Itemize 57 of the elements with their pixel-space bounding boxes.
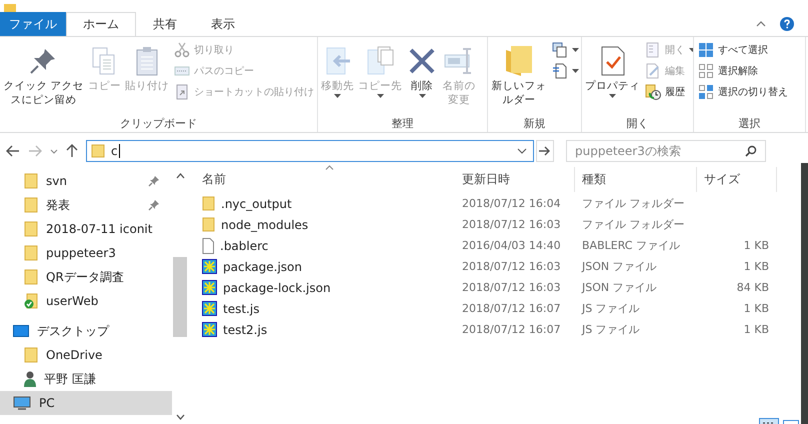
size-cell-text: 1 KB [742, 323, 770, 336]
file-name-cell[interactable]: .bablerc [195, 238, 455, 254]
column-header[interactable]: 種類 [575, 166, 697, 192]
date-cell-text: 2018/07/12 16:03 [461, 218, 562, 231]
nav-item[interactable]: userWeb [0, 289, 172, 313]
date-cell-text: 2016/04/03 14:40 [461, 239, 562, 252]
nav-item[interactable]: 発表 [0, 193, 172, 217]
ribbon-tab[interactable]: ホーム [66, 12, 136, 36]
search-field[interactable]: puppeteer3の検索 [566, 140, 766, 162]
nav-item[interactable]: OneDrive [0, 343, 172, 367]
column-header[interactable]: 更新日時 [455, 166, 575, 192]
nav-item[interactable]: svn [0, 169, 172, 193]
address-field[interactable]: c [86, 140, 534, 162]
date-cell-text: 2018/07/12 16:03 [461, 281, 562, 294]
date-cell-text: 2018/07/12 16:07 [461, 323, 562, 336]
ribbon-button[interactable]: すべて選択 [696, 41, 790, 59]
type-cell-text: JS ファイル [580, 322, 641, 337]
group-label: クリップボード [119, 116, 198, 132]
size-cell-text: 1 KB [742, 260, 770, 273]
nav-item[interactable]: puppeteer3 [0, 241, 172, 265]
nav-item[interactable]: PC [0, 391, 172, 415]
file-name-cell[interactable]: test2.js [195, 322, 455, 337]
type-cell-text: JS ファイル [580, 301, 641, 316]
ribbon-button[interactable]: クイック アクセスにピン留め [2, 41, 85, 109]
file-name-cell[interactable]: node_modules [195, 217, 455, 232]
nav-item[interactable]: 平野 匡謙 [0, 367, 172, 391]
type-cell-text: BABLERC ファイル [581, 238, 681, 253]
size-cell-text: 1 KB [742, 239, 770, 252]
date-cell-text: 2018/07/12 16:03 [461, 260, 562, 273]
nav-item[interactable]: QRデータ調査 [0, 265, 172, 289]
ribbon-button[interactable]: 選択の切り替え [696, 83, 790, 101]
column-header[interactable]: 名前 [195, 166, 455, 192]
size-cell-text: 84 KB [736, 281, 770, 294]
ribbon-tab[interactable]: ファイル [0, 12, 66, 36]
group-label: 開く [626, 116, 650, 132]
group-label: 選択 [738, 116, 762, 132]
ribbon-button[interactable]: 新しいフォルダー [490, 41, 548, 109]
file-name-cell[interactable]: test.js [195, 301, 455, 316]
file-name-cell[interactable]: .nyc_output [195, 196, 455, 211]
file-name-cell[interactable]: package-lock.json [195, 280, 455, 295]
group-label: 整理 [390, 116, 414, 132]
ribbon-button[interactable]: 履歴 [643, 83, 693, 101]
date-cell-text: 2018/07/12 16:07 [461, 302, 562, 315]
ribbon-button[interactable]: 選択解除 [696, 62, 790, 80]
ribbon-button[interactable]: プロパティ [584, 41, 641, 100]
nav-item[interactable]: デスクトップ [0, 319, 172, 343]
type-cell-text: ファイル フォルダー [581, 196, 686, 211]
size-cell-text: 1 KB [742, 302, 770, 315]
ribbon-button[interactable]: 削除 [405, 41, 439, 100]
type-cell-text: JSON ファイル [580, 280, 658, 295]
type-cell-text: JSON ファイル [580, 259, 658, 274]
nav-item[interactable]: 2018-07-11 iconit [0, 217, 172, 241]
column-header[interactable]: サイズ [697, 166, 777, 192]
date-cell-text: 2018/07/12 16:04 [461, 197, 562, 210]
type-cell-text: ファイル フォルダー [581, 217, 686, 232]
file-name-cell[interactable]: package.json [195, 259, 455, 274]
group-label: 新規 [522, 116, 546, 132]
